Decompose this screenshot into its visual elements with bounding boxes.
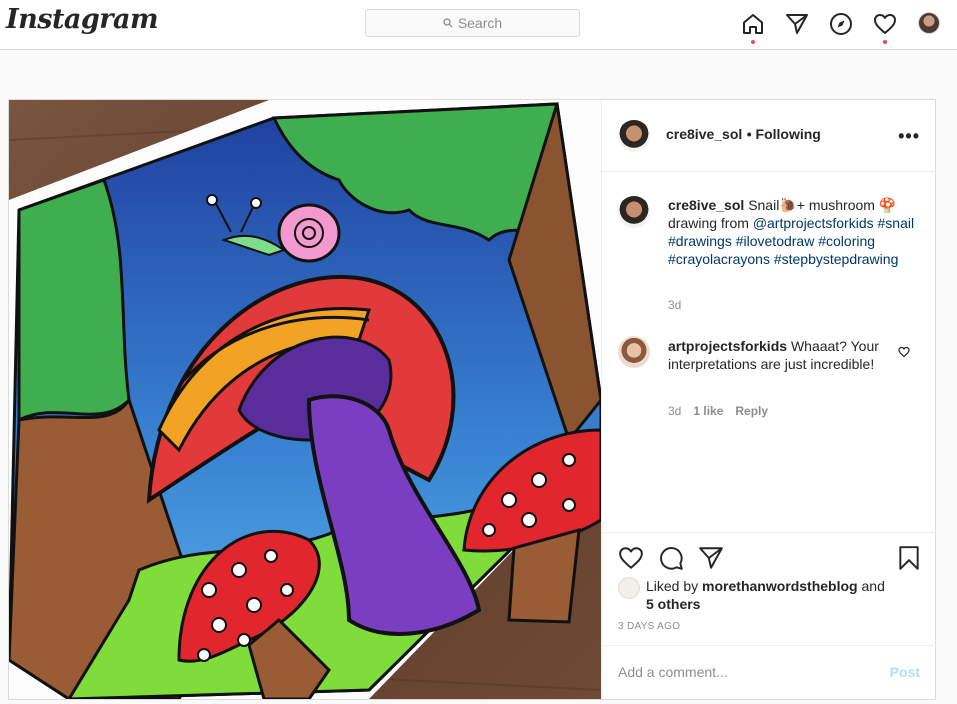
comment-text: artprojectsforkids Whaaat? Your interpre…	[668, 337, 890, 373]
author-line: cre8ive_sol • Following	[666, 126, 821, 144]
heart-icon	[874, 14, 896, 34]
compass-icon	[830, 13, 852, 35]
activity-button[interactable]	[872, 11, 898, 44]
comment-username[interactable]: artprojectsforkids	[668, 338, 787, 354]
top-navigation-bar: Instagram Search	[0, 0, 957, 50]
add-comment-bar: Add a comment... Post	[602, 645, 936, 700]
liker-avatar[interactable]	[618, 577, 640, 599]
paper-plane-icon	[786, 14, 808, 34]
hashtag[interactable]: #ilovetodraw	[736, 233, 815, 249]
comment-time[interactable]: 3d	[668, 404, 681, 418]
post-card: cre8ive_sol • Following ••• cre8ive_sol …	[8, 99, 936, 700]
post-sidebar: cre8ive_sol • Following ••• cre8ive_sol …	[601, 100, 936, 699]
post-photo[interactable]	[9, 100, 601, 699]
direct-button[interactable]	[784, 11, 810, 37]
commenter-avatar[interactable]	[618, 336, 650, 368]
home-icon	[743, 14, 763, 34]
search-placeholder: Search	[457, 15, 503, 31]
liked-by-prefix: Liked by	[646, 578, 699, 594]
mushroom-drawing-image	[9, 100, 601, 699]
author-avatar[interactable]	[618, 120, 650, 152]
notification-dot	[883, 40, 887, 44]
bookmark-icon[interactable]	[896, 545, 922, 571]
caption-text: cre8ive_sol Snail🐌+ mushroom 🍄 drawing f…	[668, 196, 918, 268]
caption-avatar[interactable]	[618, 196, 650, 228]
hashtag[interactable]: #snail	[878, 215, 915, 231]
reply-button[interactable]: Reply	[735, 404, 768, 418]
caption-time[interactable]: 3d	[668, 298, 681, 312]
liked-by-and: and	[861, 578, 885, 594]
following-status[interactable]: • Following	[747, 126, 821, 142]
comment-like-icon[interactable]	[898, 346, 910, 358]
home-button[interactable]	[740, 11, 766, 44]
caption-mention[interactable]: @artprojectsforkids	[753, 215, 874, 231]
author-username[interactable]: cre8ive_sol	[666, 126, 742, 142]
hashtag[interactable]: #stepbystepdrawing	[774, 251, 899, 267]
caption-username[interactable]: cre8ive_sol	[668, 197, 744, 213]
liked-by-user[interactable]: morethanwordstheblog	[702, 578, 858, 594]
comments-section: cre8ive_sol Snail🐌+ mushroom 🍄 drawing f…	[602, 172, 936, 532]
hashtag[interactable]: #coloring	[818, 233, 875, 249]
comment-like-count[interactable]: 1 like	[693, 404, 723, 418]
search-input[interactable]: Search	[365, 9, 580, 37]
add-comment-input[interactable]: Add a comment...	[618, 664, 728, 680]
profile-avatar[interactable]	[918, 12, 940, 34]
hashtag[interactable]: #drawings	[668, 233, 732, 249]
liked-by-text: Liked by morethanwordstheblog and 5 othe…	[646, 577, 885, 613]
like-icon[interactable]	[618, 545, 644, 571]
explore-button[interactable]	[828, 11, 854, 37]
post-header: cre8ive_sol • Following •••	[602, 100, 936, 172]
comment-meta: 3d 1 like Reply	[668, 404, 768, 418]
comment-icon[interactable]	[658, 545, 684, 571]
share-icon[interactable]	[698, 545, 724, 571]
more-options-icon[interactable]: •••	[898, 126, 920, 147]
post-actions: Liked by morethanwordstheblog and 5 othe…	[602, 532, 936, 699]
search-icon	[443, 18, 453, 28]
post-age[interactable]: 3 DAYS AGO	[618, 621, 680, 632]
notification-dot	[751, 40, 755, 44]
hashtag[interactable]: #crayolacrayons	[668, 251, 770, 267]
liked-by-others[interactable]: 5 others	[646, 596, 700, 612]
post-comment-button[interactable]: Post	[890, 664, 920, 680]
instagram-logo[interactable]: Instagram	[6, 4, 159, 35]
